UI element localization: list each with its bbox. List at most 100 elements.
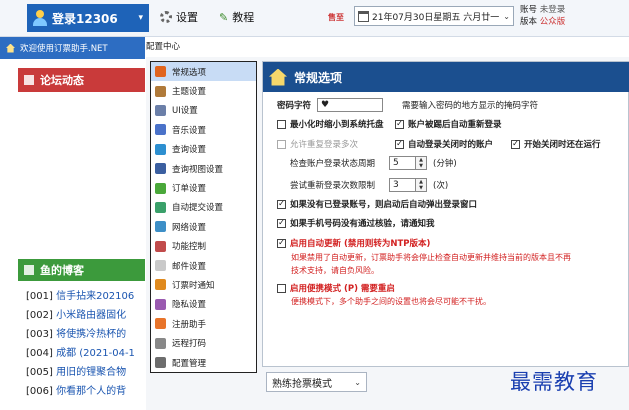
resume-option[interactable]: 开始关闭时还在运行 xyxy=(511,138,601,150)
blog-item[interactable]: [004] 成都 (2021-04-1 xyxy=(26,344,151,363)
forum-header[interactable]: 论坛动态 xyxy=(18,68,145,92)
menu-item[interactable]: 订单设置 xyxy=(151,178,256,197)
menu-item-label: 注册助手 xyxy=(172,319,207,330)
portable-mode-option[interactable]: 启用便携模式 (P) 需要重启 xyxy=(277,282,395,294)
chevron-down-icon: ▾ xyxy=(138,13,143,23)
menu-item[interactable]: 音乐设置 xyxy=(151,120,256,139)
multi-login-option[interactable]: 允许重复登录多次 xyxy=(277,138,358,150)
phone-verify-checkbox[interactable] xyxy=(277,218,286,228)
function-icon xyxy=(155,240,166,252)
password-char-label: 密码字符 xyxy=(277,101,312,111)
mail-icon xyxy=(155,260,166,272)
minimize-tray-checkbox[interactable] xyxy=(277,119,286,129)
retry-input[interactable]: 3 xyxy=(389,178,417,192)
settings-button[interactable]: 设置 xyxy=(160,9,198,25)
home-icon xyxy=(6,43,15,53)
auto-login-option[interactable]: 自动登录关闭时的账户 xyxy=(395,138,493,150)
menu-item[interactable]: 注册助手 xyxy=(151,314,256,333)
auto-update-checkbox[interactable] xyxy=(277,238,286,248)
phone-verify-option[interactable]: 如果手机号码没有通过核验，请通知我 xyxy=(277,217,435,229)
password-char-row: 密码字符 ♥ 需要输入密码的地方显示的掩码字符 xyxy=(277,98,538,112)
menu-item[interactable]: 功能控制 xyxy=(151,237,256,256)
blog-item-number: [002] xyxy=(26,310,53,321)
welcome-bar: 欢迎使用订票助手.NET xyxy=(0,37,145,59)
check-cycle-spinner[interactable]: ▲ ▼ xyxy=(416,156,428,170)
menu-item-label: 配置管理 xyxy=(172,358,207,369)
auto-update-note: 如果禁用了自动更新，订票助手将会停止检查自动更新并维持当前的版本且不再 技术支持… xyxy=(291,251,629,277)
menu-item[interactable]: 查询视图设置 xyxy=(151,159,256,178)
portable-mode-checkbox[interactable] xyxy=(277,283,286,293)
grab-mode-select[interactable]: 熟练抢票模式 ⌄ xyxy=(266,372,367,392)
blog-item-link[interactable]: 成都 (2021-04-1 xyxy=(56,348,135,359)
blog-item[interactable]: [002] 小米路由器固化 xyxy=(26,306,151,325)
config-icon xyxy=(155,357,166,369)
menu-item[interactable]: 网络设置 xyxy=(151,217,256,236)
auto-popup-label: 如果没有已登录账号，则启动后自动弹出登录窗口 xyxy=(290,200,478,210)
blog-item[interactable]: [001] 信手拈来202106 xyxy=(26,287,151,306)
auto-update-option[interactable]: 启用自动更新 (禁用则转为NTP版本) xyxy=(277,237,430,249)
auto-login-checkbox[interactable] xyxy=(395,139,404,149)
retry-spinner[interactable]: ▲ ▼ xyxy=(416,178,428,192)
auto-update-note-line2: 技术支持，请自负风险。 xyxy=(291,266,379,275)
blog-item-link[interactable]: 用旧的锂聚合物 xyxy=(56,367,126,378)
menu-item[interactable]: UI设置 xyxy=(151,101,256,120)
menu-item-label: 查询视图设置 xyxy=(172,164,224,175)
menu-item-label: 音乐设置 xyxy=(172,125,207,136)
blog-item[interactable]: [005] 用旧的锂聚合物 xyxy=(26,363,151,382)
query-icon xyxy=(155,143,166,155)
blog-item-number: [006] xyxy=(26,386,53,397)
login-button[interactable]: 登录12306 ▾ xyxy=(27,4,149,32)
version-value: 公众版 xyxy=(539,17,566,27)
menu-item-label: 网络设置 xyxy=(172,222,207,233)
sale-to-label: 售至 xyxy=(328,13,344,22)
user-icon xyxy=(33,10,47,26)
relogin-checkbox[interactable] xyxy=(395,119,404,129)
menu-item[interactable]: 订票时通知 xyxy=(151,275,256,294)
check-cycle-unit: (分钟) xyxy=(433,159,457,169)
menu-item[interactable]: 配置管理 xyxy=(151,353,256,372)
menu-item[interactable]: 查询设置 xyxy=(151,140,256,159)
auto-submit-icon xyxy=(155,201,166,213)
menu-item[interactable]: 主题设置 xyxy=(151,81,256,100)
relogin-option[interactable]: 账户被踢后自动重新登录 xyxy=(395,118,502,130)
blog-item-link[interactable]: 你看那个人的背 xyxy=(56,386,126,397)
date-value: 21年07月30日星期五 六月廿一 xyxy=(372,12,500,23)
blog-item-link[interactable]: 小米路由器固化 xyxy=(56,310,126,321)
watermark-logo: 最需教育 xyxy=(510,370,598,394)
tutorial-label: 教程 xyxy=(232,11,255,24)
blog-item-link[interactable]: 将使携冷热杯的 xyxy=(56,329,126,340)
blog-item[interactable]: [003] 将使携冷热杯的 xyxy=(26,325,151,344)
settings-label: 设置 xyxy=(176,11,198,24)
blog-icon xyxy=(24,265,34,275)
check-cycle-input[interactable]: 5 xyxy=(389,156,417,170)
network-icon xyxy=(155,221,166,233)
menu-item[interactable]: 常规选项 xyxy=(151,62,256,82)
resume-checkbox[interactable] xyxy=(511,139,520,149)
menu-item[interactable]: 邮件设置 xyxy=(151,256,256,275)
date-picker[interactable]: 21年07月30日星期五 六月廿一 ⌄ xyxy=(354,6,514,26)
auto-login-label: 自动登录关闭时的账户 xyxy=(408,140,494,150)
auto-update-label: 启用自动更新 (禁用则转为NTP版本) xyxy=(290,239,431,249)
menu-item[interactable]: 远程打码 xyxy=(151,333,256,352)
auto-popup-option[interactable]: 如果没有已登录账号，则启动后自动弹出登录窗口 xyxy=(277,198,477,210)
welcome-text: 欢迎使用订票助手.NET xyxy=(20,44,108,54)
blog-header[interactable]: 鱼的博客 xyxy=(18,259,145,281)
panel-title: 常规选项 xyxy=(294,70,343,85)
blog-item-link[interactable]: 信手拈来202106 xyxy=(56,291,134,302)
minimize-tray-option[interactable]: 最小化时缩小到系统托盘 xyxy=(277,118,384,130)
menu-item-label: 主题设置 xyxy=(172,87,207,98)
portable-mode-note: 便携模式下，多个助手之间的设置也将会尽可能不干扰。 xyxy=(291,297,491,306)
brush-icon xyxy=(155,85,166,97)
notify-icon xyxy=(155,279,166,291)
multi-login-checkbox[interactable] xyxy=(277,139,286,149)
auto-popup-checkbox[interactable] xyxy=(277,199,286,209)
chevron-down-icon: ⌄ xyxy=(354,377,361,387)
blog-item[interactable]: [006] 你看那个人的背 xyxy=(26,382,151,401)
menu-item[interactable]: 隐私设置 xyxy=(151,295,256,314)
tutorial-button[interactable]: ✎ 教程 xyxy=(219,9,254,25)
password-char-input[interactable]: ♥ xyxy=(317,98,384,112)
menu-item-label: 邮件设置 xyxy=(172,261,207,272)
menu-item[interactable]: 自动提交设置 xyxy=(151,198,256,217)
blog-item-number: [004] xyxy=(26,348,53,359)
privacy-icon xyxy=(155,298,166,310)
